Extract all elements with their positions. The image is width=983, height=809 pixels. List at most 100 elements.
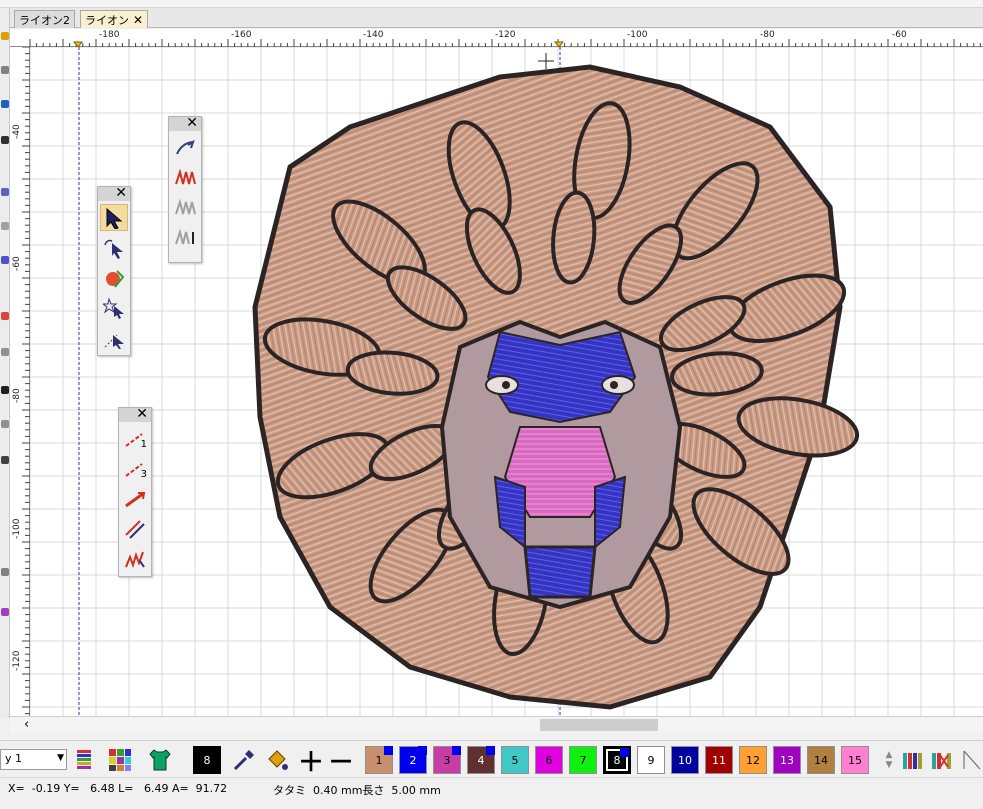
- tool-icon[interactable]: [1, 32, 9, 40]
- top-toolbar-strip: [0, 0, 983, 8]
- close-icon[interactable]: ✕: [133, 13, 143, 27]
- ruler-label: -120: [495, 30, 516, 40]
- horizontal-scrollbar[interactable]: ‹: [10, 716, 983, 733]
- thread-swatch-1[interactable]: 1: [365, 746, 393, 774]
- zigzag-gray-arrow-tool[interactable]: [171, 224, 199, 251]
- tab-label: ライオン: [85, 13, 129, 27]
- thread-number: 3: [443, 753, 451, 767]
- minus-icon: －: [327, 747, 354, 778]
- fill-edit-tool[interactable]: [100, 264, 128, 291]
- lion-embroidery-design[interactable]: [252, 64, 862, 710]
- thread-swatch-8[interactable]: 8: [603, 746, 631, 774]
- paint-bucket-icon: [268, 750, 288, 770]
- tool-icon[interactable]: [1, 66, 9, 74]
- thread-chart-button[interactable]: [900, 746, 928, 774]
- tool-icon[interactable]: [1, 568, 9, 576]
- line-1-tool[interactable]: 1: [121, 425, 149, 452]
- thread-number: 5: [511, 753, 519, 767]
- thread-scroll-spinner[interactable]: ▲ ▼: [875, 745, 903, 775]
- thread-chart-x-button[interactable]: [929, 746, 957, 774]
- scroll-thumb[interactable]: [540, 719, 658, 731]
- layer-combo[interactable]: y 1 ▼: [0, 749, 67, 770]
- star-select-icon: [103, 296, 124, 319]
- thread-swatch-13[interactable]: 13: [773, 746, 801, 774]
- thread-swatch-12[interactable]: 12: [739, 746, 767, 774]
- paint-bucket-button[interactable]: [263, 746, 291, 774]
- remove-color-button[interactable]: －: [327, 746, 355, 778]
- tool-icon[interactable]: [1, 100, 9, 108]
- document-tabbar: ライオン2 ライオン ✕: [10, 8, 983, 28]
- zigzag-arrow-icon: [125, 551, 145, 568]
- thread-used-marker: [384, 746, 393, 755]
- tool-icon[interactable]: [1, 608, 9, 616]
- current-color-swatch[interactable]: 8: [193, 746, 221, 774]
- scroll-left-icon[interactable]: ‹: [24, 717, 29, 732]
- close-icon[interactable]: ✕: [115, 185, 127, 201]
- thread-swatch-2[interactable]: 2: [399, 746, 427, 774]
- thread-chart-icon: [903, 753, 922, 769]
- ruler-label: -160: [231, 30, 252, 40]
- line-3-tool[interactable]: 3: [121, 455, 149, 482]
- stitch-tools-palette: ✕: [168, 115, 202, 263]
- arrow-line-tool[interactable]: [121, 485, 149, 512]
- thread-swatch-3[interactable]: 3: [433, 746, 461, 774]
- thread-number: 6: [545, 753, 553, 767]
- zigzag-gray-tool[interactable]: [171, 194, 199, 221]
- pen-draw-tool[interactable]: [171, 134, 199, 161]
- zigzag-stitch-icon: [175, 168, 196, 184]
- thread-chart-x-icon: [932, 753, 951, 769]
- thread-stripes-icon: [77, 750, 91, 769]
- tool-icon[interactable]: [1, 256, 9, 264]
- tool-icon[interactable]: [1, 456, 9, 464]
- reshape-arrow-tool[interactable]: [100, 234, 128, 261]
- thread-swatch-6[interactable]: 6: [535, 746, 563, 774]
- vertical-ruler: -40 -60 -80 -100 -120: [10, 47, 30, 716]
- close-icon[interactable]: ✕: [136, 406, 148, 422]
- thread-number: 4: [477, 753, 485, 767]
- ruler-label: -80: [12, 388, 22, 403]
- tool-icon[interactable]: [1, 136, 9, 144]
- tool-icon[interactable]: [1, 386, 9, 394]
- thread-swatch-7[interactable]: 7: [569, 746, 597, 774]
- thread-swatch-11[interactable]: 11: [705, 746, 733, 774]
- thread-swatch-9[interactable]: 9: [637, 746, 665, 774]
- thread-swatch-14[interactable]: 14: [807, 746, 835, 774]
- double-arrow-line-icon: [125, 519, 145, 539]
- add-color-button[interactable]: ＋: [297, 746, 325, 778]
- tool-icon[interactable]: [1, 188, 9, 196]
- tool-icon[interactable]: [1, 348, 9, 356]
- tool-icon[interactable]: [1, 222, 9, 230]
- thread-swatch-10[interactable]: 10: [671, 746, 699, 774]
- dotted-select-tool[interactable]: [100, 324, 128, 351]
- select-arrow-tool[interactable]: [100, 204, 128, 231]
- color-grid-button[interactable]: [106, 746, 134, 774]
- close-icon[interactable]: ✕: [186, 115, 198, 131]
- star-select-tool[interactable]: [100, 294, 128, 321]
- thread-number: 14: [814, 753, 828, 767]
- chevron-down-icon: ▼: [57, 753, 64, 763]
- thread-number: 9: [647, 753, 655, 767]
- ruler-label: -80: [760, 30, 775, 40]
- ruler-label: -140: [363, 30, 384, 40]
- zigzag-arrow-tool[interactable]: [121, 545, 149, 572]
- line-count-label: 1: [140, 439, 147, 450]
- palette-header[interactable]: ✕: [119, 406, 151, 422]
- thread-swatch-15[interactable]: 15: [841, 746, 869, 774]
- tool-icon[interactable]: [1, 420, 9, 428]
- palette-header[interactable]: ✕: [98, 185, 130, 201]
- palette-header[interactable]: ✕: [169, 115, 201, 131]
- shirt-preview-button[interactable]: [146, 746, 174, 774]
- ruler-label: -60: [12, 256, 22, 271]
- diagonal-tool-button[interactable]: [960, 746, 983, 774]
- thread-list-button[interactable]: [72, 746, 96, 774]
- tab-lion-2[interactable]: ライオン2: [14, 10, 75, 28]
- tool-icon[interactable]: [1, 312, 9, 320]
- thread-swatch-4[interactable]: 4: [467, 746, 495, 774]
- zigzag-stitch-tool[interactable]: [171, 164, 199, 191]
- double-arrow-line-tool[interactable]: [121, 515, 149, 542]
- tab-lion[interactable]: ライオン ✕: [80, 10, 149, 28]
- select-tools-palette: ✕: [97, 185, 131, 356]
- eyedropper-button[interactable]: [230, 746, 258, 774]
- thread-swatch-5[interactable]: 5: [501, 746, 529, 774]
- ruler-label: -60: [892, 30, 907, 40]
